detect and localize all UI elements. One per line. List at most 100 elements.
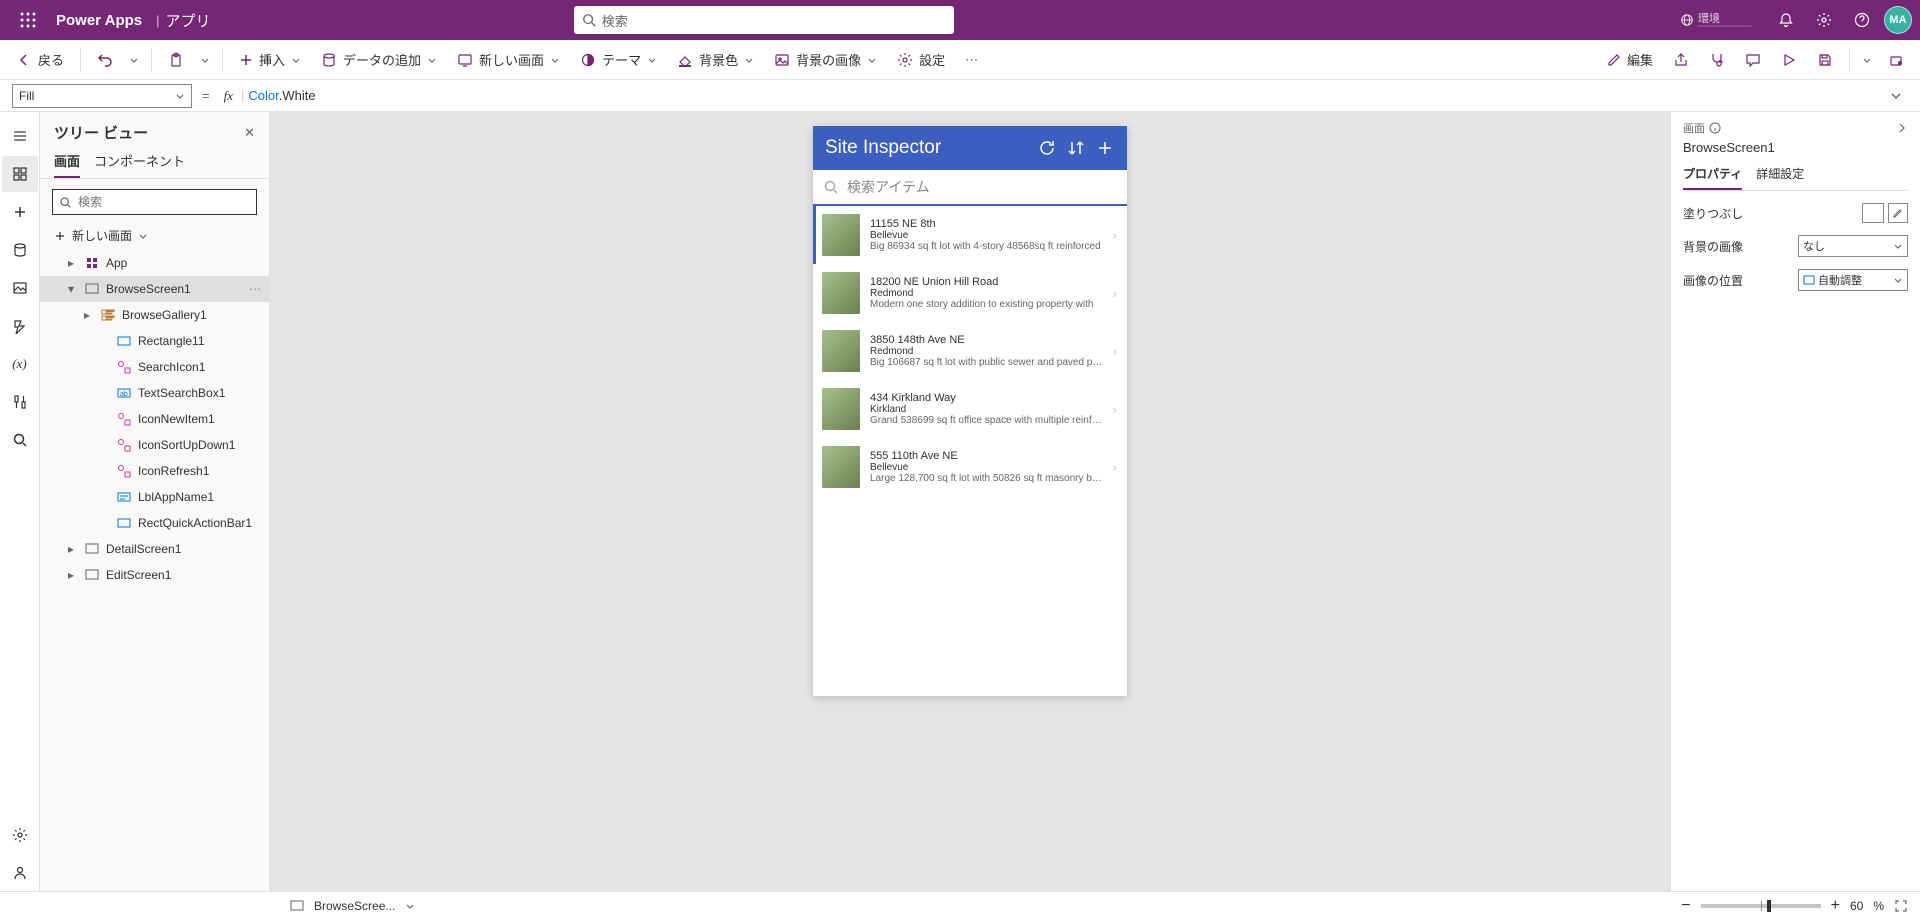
theme-button[interactable]: テーマ xyxy=(572,44,665,76)
tree-item-label: Rectangle11 xyxy=(138,334,205,348)
gallery-item[interactable]: 434 Kirkland WayKirklandGrand 538699 sq … xyxy=(813,380,1127,438)
expand-formula-bar[interactable] xyxy=(1884,90,1908,102)
tab-screens[interactable]: 画面 xyxy=(54,151,80,178)
bgimage-select[interactable]: なし xyxy=(1798,235,1908,257)
tab-properties[interactable]: プロパティ xyxy=(1683,165,1742,190)
rail-search[interactable] xyxy=(2,422,38,458)
brand-section[interactable]: アプリ xyxy=(166,10,211,31)
undo-dropdown[interactable] xyxy=(125,44,143,76)
paste-dropdown[interactable] xyxy=(196,44,214,76)
rail-advanced-tools[interactable] xyxy=(2,384,38,420)
fx-icon[interactable]: fx xyxy=(220,88,237,104)
tree-item-DetailScreen1[interactable]: ▸DetailScreen1 xyxy=(40,536,269,562)
rail-data[interactable] xyxy=(2,232,38,268)
tree-item-IconRefresh1[interactable]: IconRefresh1 xyxy=(40,458,269,484)
environment-picker[interactable]: 環境 xyxy=(1680,13,1752,27)
app-header-bar: Site Inspector xyxy=(813,126,1127,170)
insert-button[interactable]: 挿入 xyxy=(231,44,309,76)
user-avatar[interactable]: MA xyxy=(1884,6,1912,34)
tree-item-label: EditScreen1 xyxy=(106,568,171,582)
app-header: Power Apps | アプリ 検索 環境 MA xyxy=(0,0,1920,40)
tree-item-TextSearchBox1[interactable]: abTextSearchBox1 xyxy=(40,380,269,406)
tree-type-icon xyxy=(116,333,132,349)
fill-color-swatch[interactable] xyxy=(1862,203,1884,223)
back-button[interactable]: 戻る xyxy=(8,44,72,76)
rail-media[interactable] xyxy=(2,270,38,306)
global-search[interactable]: 検索 xyxy=(574,6,954,34)
more-icon[interactable]: ⋯ xyxy=(249,282,261,296)
tree-item-IconSortUpDown1[interactable]: IconSortUpDown1 xyxy=(40,432,269,458)
add-data-button[interactable]: データの追加 xyxy=(313,44,445,76)
rail-virtual-agent[interactable] xyxy=(2,855,38,891)
tree-item-SearchIcon1[interactable]: SearchIcon1 xyxy=(40,354,269,380)
tab-components[interactable]: コンポーネント xyxy=(94,151,185,178)
bg-color-button[interactable]: 背景色 xyxy=(669,44,762,76)
tree-item-App[interactable]: ▸App xyxy=(40,250,269,276)
info-icon[interactable] xyxy=(1709,122,1721,134)
tree-item-Rectangle11[interactable]: Rectangle11 xyxy=(40,328,269,354)
rail-insert[interactable] xyxy=(2,194,38,230)
undo-button[interactable] xyxy=(89,44,121,76)
paste-button[interactable] xyxy=(160,44,192,76)
gallery-item[interactable]: 18200 NE Union Hill RoadRedmondModern on… xyxy=(813,264,1127,322)
brand-name[interactable]: Power Apps xyxy=(48,12,150,29)
zoom-in[interactable]: + xyxy=(1831,897,1840,915)
new-screen-button[interactable]: 新しい画面 xyxy=(449,44,568,76)
app-launcher-icon[interactable] xyxy=(8,0,48,40)
tree-search[interactable] xyxy=(52,189,257,215)
tree-search-input[interactable] xyxy=(78,195,250,209)
save-dropdown[interactable] xyxy=(1858,44,1876,76)
gallery-item[interactable]: 3850 148th Ave NERedmondBig 106687 sq ft… xyxy=(813,322,1127,380)
tree-item-BrowseGallery1[interactable]: ▸BrowseGallery1 xyxy=(40,302,269,328)
tree-item-EditScreen1[interactable]: ▸EditScreen1 xyxy=(40,562,269,588)
publish-icon xyxy=(1888,52,1904,68)
chevron-icon: ▸ xyxy=(64,542,78,556)
rail-tree-view[interactable] xyxy=(2,156,38,192)
edit-button[interactable]: 編集 xyxy=(1599,44,1661,76)
imgpos-select[interactable]: 自動調整 xyxy=(1798,269,1908,291)
status-breadcrumb[interactable]: BrowseScree... xyxy=(314,899,395,913)
data-icon xyxy=(321,53,337,67)
gallery-item[interactable]: 11155 NE 8thBellevueBig 86934 sq ft lot … xyxy=(813,206,1127,264)
bg-image-button[interactable]: 背景の画像 xyxy=(766,44,885,76)
zoom-out[interactable]: − xyxy=(1681,897,1690,915)
item-thumbnail xyxy=(822,330,860,372)
selected-screen-name: BrowseScreen1 xyxy=(1683,136,1908,165)
zoom-slider[interactable] xyxy=(1701,904,1821,908)
sort-icon[interactable] xyxy=(1067,138,1085,158)
tab-advanced[interactable]: 詳細設定 xyxy=(1756,165,1804,190)
preview-button[interactable] xyxy=(1773,44,1805,76)
formula-input[interactable]: Color.White xyxy=(248,88,1880,104)
tree-item-RectQuickActionBar1[interactable]: RectQuickActionBar1 xyxy=(40,510,269,536)
comments-button[interactable] xyxy=(1737,44,1769,76)
tree-item-BrowseScreen1[interactable]: ▾BrowseScreen1⋯ xyxy=(40,276,269,302)
notifications-icon[interactable] xyxy=(1770,4,1802,36)
save-button[interactable] xyxy=(1809,44,1841,76)
tree-item-IconNewItem1[interactable]: IconNewItem1 xyxy=(40,406,269,432)
app-search-box[interactable]: 検索アイテム xyxy=(813,170,1127,206)
fill-color-picker[interactable] xyxy=(1888,203,1908,223)
help-icon[interactable] xyxy=(1846,4,1878,36)
checker-button[interactable] xyxy=(1701,44,1733,76)
gallery-item[interactable]: 555 110th Ave NEBellevueLarge 128,700 sq… xyxy=(813,438,1127,496)
chevron-down-icon[interactable] xyxy=(405,901,415,911)
rail-hamburger[interactable] xyxy=(2,118,38,154)
property-selector[interactable]: Fill xyxy=(12,84,192,108)
tree-item-LblAppName1[interactable]: LblAppName1 xyxy=(40,484,269,510)
rail-power-automate[interactable] xyxy=(2,308,38,344)
chevron-right-icon[interactable] xyxy=(1896,122,1908,134)
add-icon[interactable] xyxy=(1095,138,1115,158)
settings-icon[interactable] xyxy=(1808,4,1840,36)
rail-settings[interactable] xyxy=(2,817,38,853)
more-commands[interactable]: ⋯ xyxy=(957,44,986,76)
refresh-icon[interactable] xyxy=(1037,138,1057,158)
search-icon xyxy=(582,13,596,27)
new-screen-link[interactable]: 新しい画面 xyxy=(40,221,269,250)
settings-button[interactable]: 設定 xyxy=(889,44,953,76)
share-button[interactable] xyxy=(1665,44,1697,76)
fit-to-window[interactable] xyxy=(1894,899,1908,913)
close-tree-panel[interactable]: ✕ xyxy=(244,125,255,141)
publish-button[interactable] xyxy=(1880,44,1912,76)
rail-variables[interactable]: (x) xyxy=(2,346,38,382)
canvas-area[interactable]: Site Inspector 検索アイテム 11155 NE 8thBellev… xyxy=(270,112,1670,891)
